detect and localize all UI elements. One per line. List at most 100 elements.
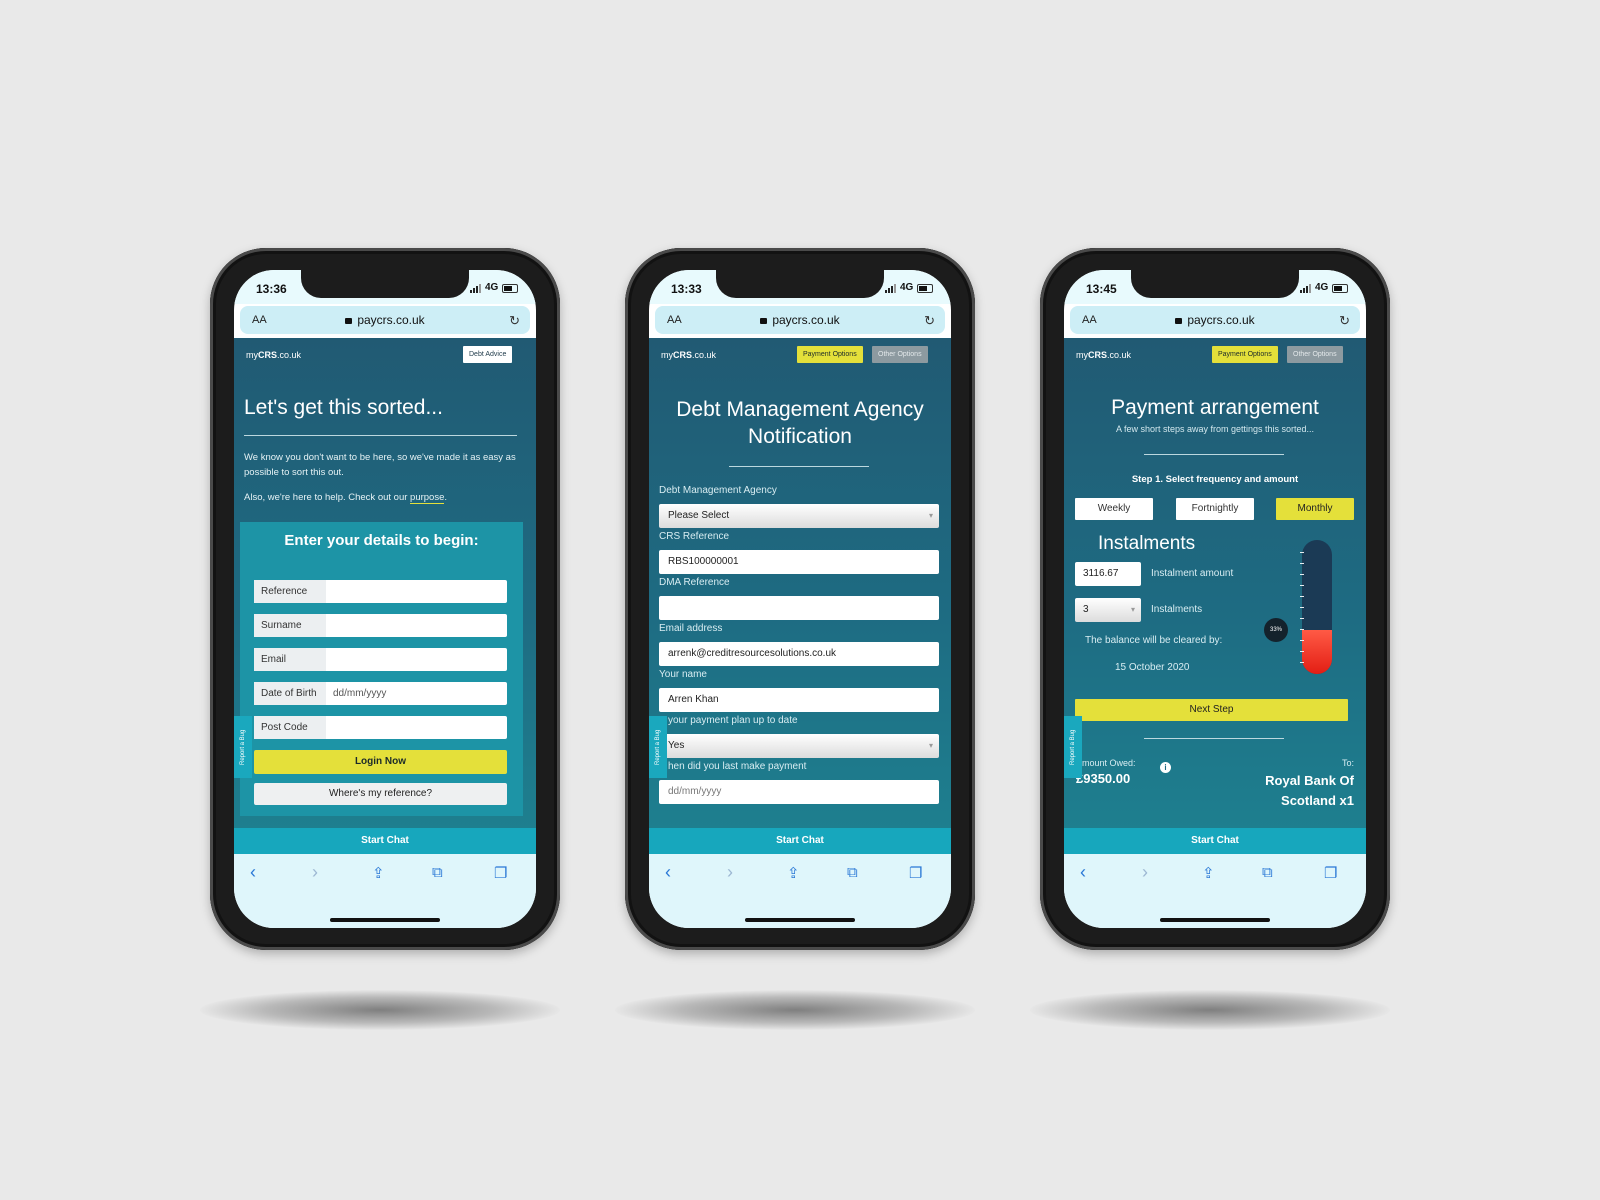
field-label: Your name (659, 669, 707, 680)
site-logo[interactable]: myCRS.co.uk (246, 350, 301, 360)
signal-icon (885, 284, 899, 293)
notch (1131, 270, 1299, 298)
address-bar[interactable]: AA paycrs.co.uk ↻ (655, 306, 945, 334)
back-icon[interactable]: ‹ (250, 862, 256, 883)
weekly-button[interactable]: Weekly (1075, 498, 1153, 520)
url-text[interactable]: paycrs.co.uk (1070, 313, 1360, 327)
signal-icon (470, 284, 484, 293)
crs-reference-input[interactable]: RBS100000001 (659, 550, 939, 574)
instalment-amount-input[interactable]: 3116.67 (1075, 562, 1141, 586)
tabs-icon[interactable]: ❐ (909, 864, 922, 882)
form-heading: Enter your details to begin: (284, 532, 479, 549)
dma-reference-input[interactable] (659, 596, 939, 620)
surname-field[interactable]: Surname (254, 614, 507, 637)
info-icon[interactable]: i (1160, 762, 1171, 773)
address-bar[interactable]: AA paycrs.co.uk ↻ (1070, 306, 1360, 334)
forward-icon[interactable]: › (1142, 862, 1148, 883)
cleared-by-date: 15 October 2020 (1115, 662, 1190, 673)
phone-shadow (615, 990, 975, 1030)
home-indicator (745, 918, 855, 922)
field-label: Debt Management Agency (659, 485, 777, 496)
payment-options-button[interactable]: Payment Options (1212, 346, 1278, 363)
phone-dma-notification: 13:33 4G AA paycrs.co.uk ↻ myCRS.co.uk P… (625, 248, 975, 950)
battery-icon (1332, 284, 1348, 293)
reload-icon[interactable]: ↻ (509, 313, 520, 329)
report-bug-tab[interactable]: Report a Bug (1064, 716, 1082, 778)
chevron-down-icon: ▾ (1130, 605, 1135, 614)
back-icon[interactable]: ‹ (665, 862, 671, 883)
share-icon[interactable]: ⇪ (1202, 864, 1215, 882)
reference-field[interactable]: Reference (254, 580, 507, 603)
phone-screen: 13:33 4G AA paycrs.co.uk ↻ myCRS.co.uk P… (649, 270, 951, 928)
chevron-down-icon: ▾ (928, 741, 933, 750)
dma-select[interactable]: Please Select ▾ (659, 504, 939, 528)
start-chat-button[interactable]: Start Chat (649, 828, 951, 854)
summary-divider (1144, 738, 1284, 739)
share-icon[interactable]: ⇪ (787, 864, 800, 882)
progress-thermometer (1302, 540, 1332, 674)
payment-options-button[interactable]: Payment Options (797, 346, 863, 363)
help-text: Also, we're here to help. Check out our … (244, 492, 448, 504)
plan-up-to-date-select[interactable]: Yes ▾ (659, 734, 939, 758)
bookmarks-icon[interactable]: ⧉ (432, 864, 443, 881)
report-bug-tab[interactable]: Report a Bug (234, 716, 252, 778)
post-code-field[interactable]: Post Code (254, 716, 507, 739)
instalment-amount-label: Instalment amount (1151, 568, 1234, 579)
fortnightly-button[interactable]: Fortnightly (1176, 498, 1254, 520)
tabs-icon[interactable]: ❐ (1324, 864, 1337, 882)
back-icon[interactable]: ‹ (1080, 862, 1086, 883)
bookmarks-icon[interactable]: ⧉ (1262, 864, 1273, 881)
login-panel: Enter your details to begin: Reference S… (240, 522, 523, 816)
network-label: 4G (1315, 282, 1329, 293)
thermometer-ticks (1300, 552, 1304, 664)
monthly-button[interactable]: Monthly (1276, 498, 1354, 520)
phone-screen: 13:36 4G AA paycrs.co.uk ↻ myCRS.co.uk D… (234, 270, 536, 928)
forward-icon[interactable]: › (312, 862, 318, 883)
start-chat-button[interactable]: Start Chat (1064, 828, 1366, 854)
browser-toolbar: ‹ › ⇪ ⧉ ❐ (1064, 854, 1366, 928)
web-content: myCRS.co.uk Payment Options Other Option… (1064, 338, 1366, 828)
field-label: your payment plan up to date (668, 715, 798, 726)
status-time: 13:45 (1086, 282, 1117, 296)
title-divider (729, 466, 869, 467)
instalments-select[interactable]: 3 ▾ (1075, 598, 1141, 622)
url-text[interactable]: paycrs.co.uk (240, 313, 530, 327)
to-label: To: (1341, 758, 1354, 768)
notch (301, 270, 469, 298)
reload-icon[interactable]: ↻ (1339, 313, 1350, 329)
status-time: 13:33 (671, 282, 702, 296)
amount-owed-value: £9350.00 (1076, 771, 1131, 786)
field-label: Email address (659, 623, 723, 634)
browser-toolbar: ‹ › ⇪ ⧉ ❐ (649, 854, 951, 928)
site-logo[interactable]: myCRS.co.uk (1076, 350, 1131, 360)
debt-advice-button[interactable]: Debt Advice (463, 346, 513, 363)
other-options-button[interactable]: Other Options (1287, 346, 1343, 363)
email-input[interactable]: arrenk@creditresourcesolutions.co.uk (659, 642, 939, 666)
bookmarks-icon[interactable]: ⧉ (847, 864, 858, 881)
site-logo[interactable]: myCRS.co.uk (661, 350, 716, 360)
date-of-birth-field[interactable]: Date of Birth dd/mm/yyyy (254, 682, 507, 705)
name-input[interactable]: Arren Khan (659, 688, 939, 712)
home-indicator (330, 918, 440, 922)
start-chat-button[interactable]: Start Chat (234, 828, 536, 854)
reload-icon[interactable]: ↻ (924, 313, 935, 329)
address-bar[interactable]: AA paycrs.co.uk ↻ (240, 306, 530, 334)
battery-icon (502, 284, 518, 293)
page-title: Debt Management Agency Notification (676, 398, 924, 448)
phone-payment-arrangement: 13:45 4G AA paycrs.co.uk ↻ myCRS.co.uk P… (1040, 248, 1390, 950)
login-button[interactable]: Login Now (254, 750, 507, 774)
other-options-button[interactable]: Other Options (872, 346, 928, 363)
last-payment-date-input[interactable]: dd/mm/yyyy (659, 780, 939, 804)
forward-icon[interactable]: › (727, 862, 733, 883)
url-text[interactable]: paycrs.co.uk (655, 313, 945, 327)
page-title: Let's get this sorted... (244, 396, 443, 419)
next-step-button[interactable]: Next Step (1075, 699, 1348, 721)
email-field[interactable]: Email (254, 648, 507, 671)
lock-icon (345, 318, 353, 324)
share-icon[interactable]: ⇪ (372, 864, 385, 882)
reference-help-button[interactable]: Where's my reference? (254, 783, 507, 805)
tabs-icon[interactable]: ❐ (494, 864, 507, 882)
report-bug-tab[interactable]: Report a Bug (649, 716, 667, 778)
thermometer-fill (1302, 630, 1332, 674)
purpose-link[interactable]: purpose (410, 492, 445, 504)
